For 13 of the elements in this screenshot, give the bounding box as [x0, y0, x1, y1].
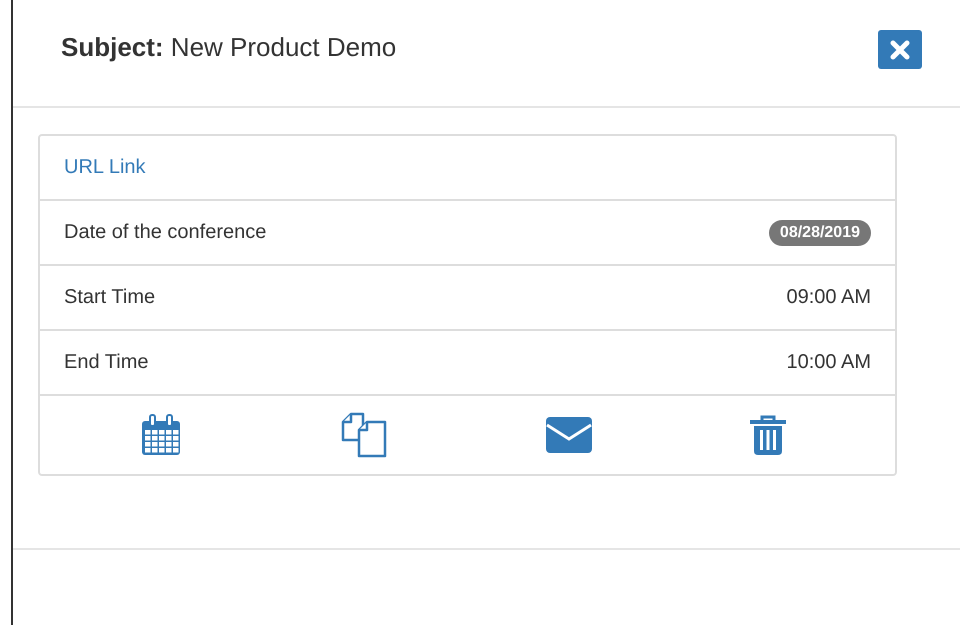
close-button[interactable]: [878, 30, 922, 69]
trash-icon[interactable]: [750, 415, 786, 455]
modal-title: Subject: New Product Demo: [61, 32, 396, 63]
envelope-icon[interactable]: [546, 417, 592, 453]
row-label: Date of the conference: [64, 221, 266, 244]
row-label: End Time: [64, 351, 148, 374]
date-badge: 08/28/2019: [768, 220, 871, 246]
row-value: 09:00 AM: [786, 286, 871, 309]
row-label: Start Time: [64, 286, 156, 309]
copy-icon[interactable]: [341, 412, 388, 458]
url-link[interactable]: URL Link: [64, 156, 146, 179]
close-icon: [890, 40, 910, 60]
row-value: 10:00 AM: [786, 351, 871, 374]
